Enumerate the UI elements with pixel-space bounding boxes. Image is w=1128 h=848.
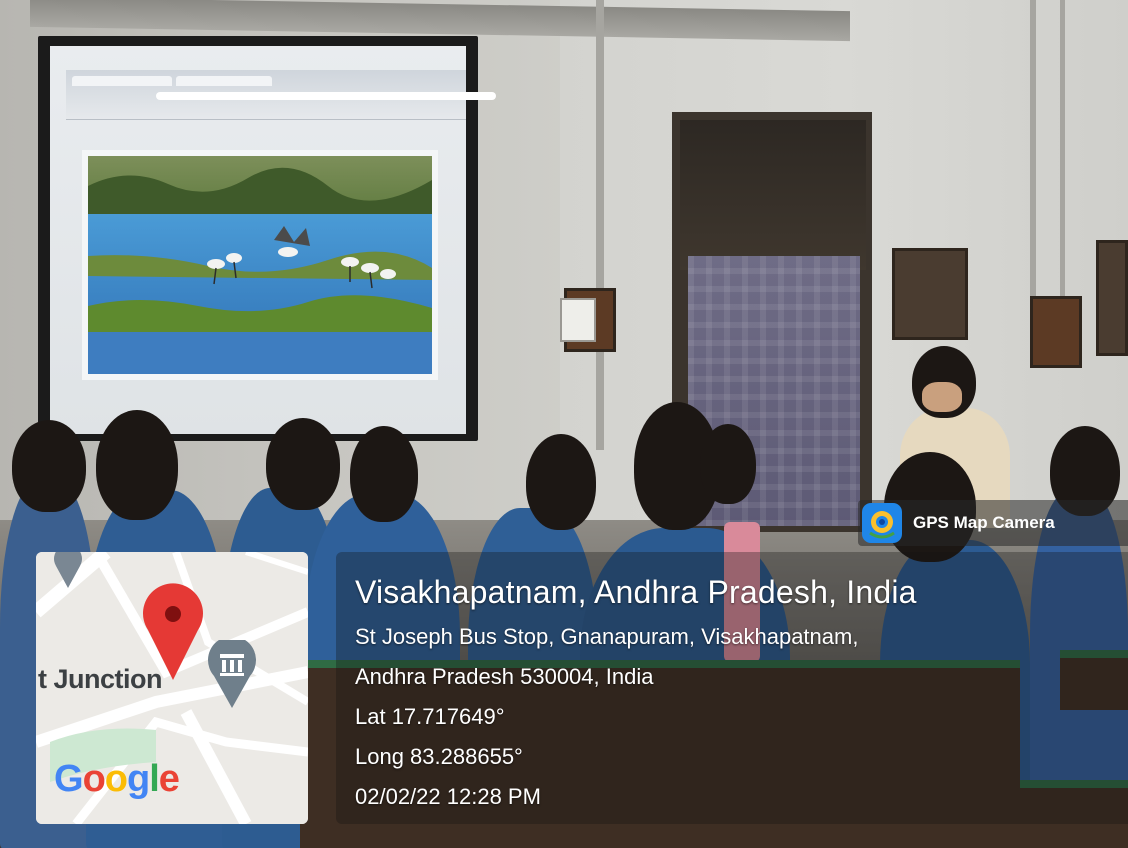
latitude: Lat 17.717649° bbox=[355, 704, 505, 729]
student-head bbox=[526, 434, 596, 530]
wall-frame bbox=[892, 248, 968, 340]
student-head bbox=[350, 426, 418, 522]
birds-photo-icon bbox=[88, 156, 432, 374]
wall-pipe bbox=[596, 0, 604, 450]
longitude: Long 83.288655° bbox=[355, 744, 523, 769]
wall-frame bbox=[1096, 240, 1128, 356]
door-window bbox=[680, 120, 866, 270]
projected-address-bar bbox=[156, 92, 496, 100]
student-head bbox=[266, 418, 340, 510]
student-head bbox=[12, 420, 86, 512]
student-head bbox=[96, 410, 178, 520]
location-pin-icon bbox=[143, 583, 203, 680]
projected-browser-toolbar bbox=[66, 70, 496, 120]
google-logo: Google bbox=[54, 758, 180, 800]
location-map: t Junction Google bbox=[36, 552, 308, 824]
projected-bird-photo bbox=[82, 150, 438, 380]
student-head bbox=[700, 424, 756, 504]
app-name: GPS Map Camera bbox=[913, 513, 1055, 532]
datetime: 02/02/22 12:28 PM bbox=[355, 784, 541, 809]
switch-panel bbox=[560, 298, 596, 342]
gps-camera-icon bbox=[862, 503, 902, 543]
wall-pipe bbox=[1030, 0, 1036, 300]
projected-browser-tab bbox=[72, 76, 172, 86]
presenter-face bbox=[922, 382, 962, 412]
projected-browser-tab bbox=[176, 76, 272, 86]
map-marker-icon bbox=[54, 552, 82, 588]
switch-board bbox=[1030, 296, 1082, 368]
location-title: Visakhapatnam, Andhra Pradesh, India bbox=[355, 574, 917, 610]
address-line-1: St Joseph Bus Stop, Gnanapuram, Visakhap… bbox=[355, 624, 859, 649]
address-line-2: Andhra Pradesh 530004, India bbox=[355, 664, 654, 689]
museum-icon bbox=[208, 640, 256, 708]
wall-pipe bbox=[1060, 0, 1065, 300]
